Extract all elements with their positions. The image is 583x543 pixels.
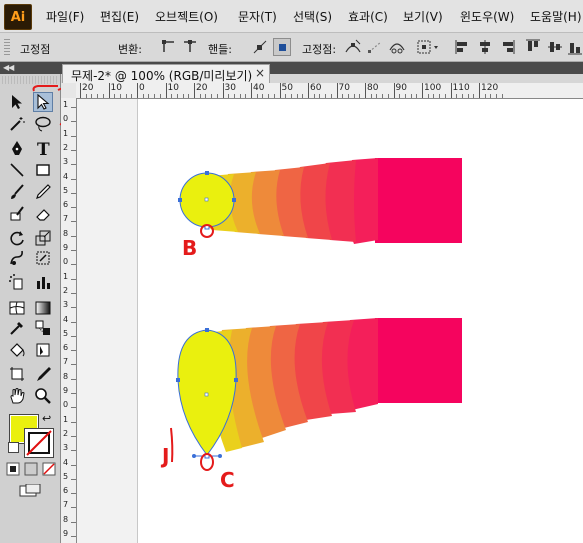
annotation-d-arrow [170,427,174,463]
annotation-c-label: C [220,468,235,492]
blend-object-top[interactable] [178,158,462,244]
artwork [170,158,462,471]
annotation-b-label: B [182,236,198,260]
blend-object-bottom[interactable] [176,318,462,459]
annotation-d-label: J [162,444,170,468]
